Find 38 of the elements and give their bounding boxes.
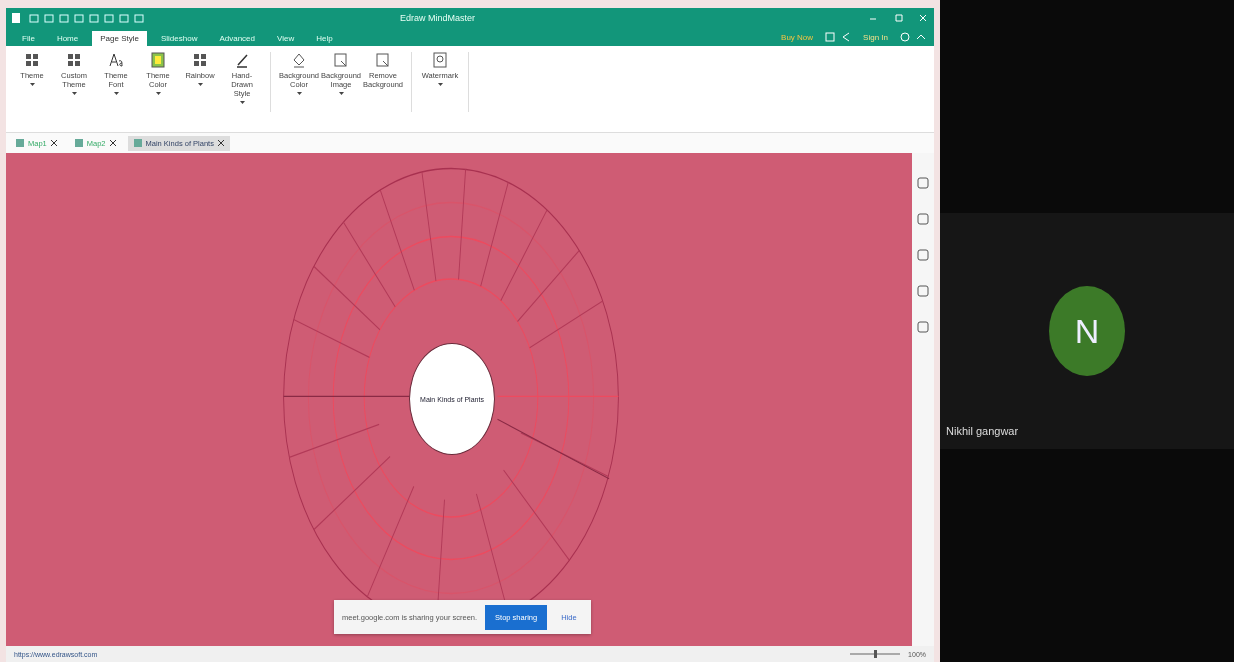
save-icon[interactable] [825,32,836,42]
caret-icon[interactable] [71,92,77,95]
close-icon[interactable] [109,140,116,146]
caret-icon[interactable] [29,83,35,86]
sidebar-tool-icon[interactable] [917,213,929,225]
share-icon[interactable] [841,32,852,42]
window-title: Edraw MindMaster [400,13,476,23]
grid-icon [192,52,208,68]
help-icon[interactable] [900,32,910,42]
menu-tab[interactable]: Home [48,31,87,46]
caret-icon[interactable] [197,83,203,86]
caret-icon[interactable] [338,92,344,95]
sidebar-tool-icon[interactable] [917,249,929,261]
sidebar-tool-icon[interactable] [917,285,929,297]
menu-tab[interactable]: File [14,31,43,46]
caret-icon[interactable] [296,92,302,95]
menu-tab[interactable]: View [269,31,303,46]
collapse-icon[interactable] [916,32,926,42]
pen-icon [234,52,250,68]
participant-name: Nikhil gangwar [946,425,1019,437]
avatar: N [1049,286,1125,376]
menu-tab[interactable]: Help [308,31,341,46]
close-icon[interactable] [217,140,224,146]
grid-icon [24,52,40,68]
palette-icon [150,52,166,68]
sidebar-tool-icon[interactable] [917,177,929,189]
window-controls-icon[interactable] [868,13,928,23]
sidebar-tool-icon[interactable] [917,321,929,333]
close-icon[interactable] [50,140,57,146]
menu-tab[interactable]: Page Style [92,31,147,46]
font-icon [108,52,124,68]
caret-icon[interactable] [239,101,245,104]
caret-icon[interactable] [155,92,161,95]
menu-tab[interactable]: Slideshow [152,31,206,46]
caret-icon[interactable] [113,92,119,95]
caret-icon[interactable] [437,83,443,86]
menu-tab[interactable]: Advanced [211,31,263,46]
grid-icon [66,52,82,68]
